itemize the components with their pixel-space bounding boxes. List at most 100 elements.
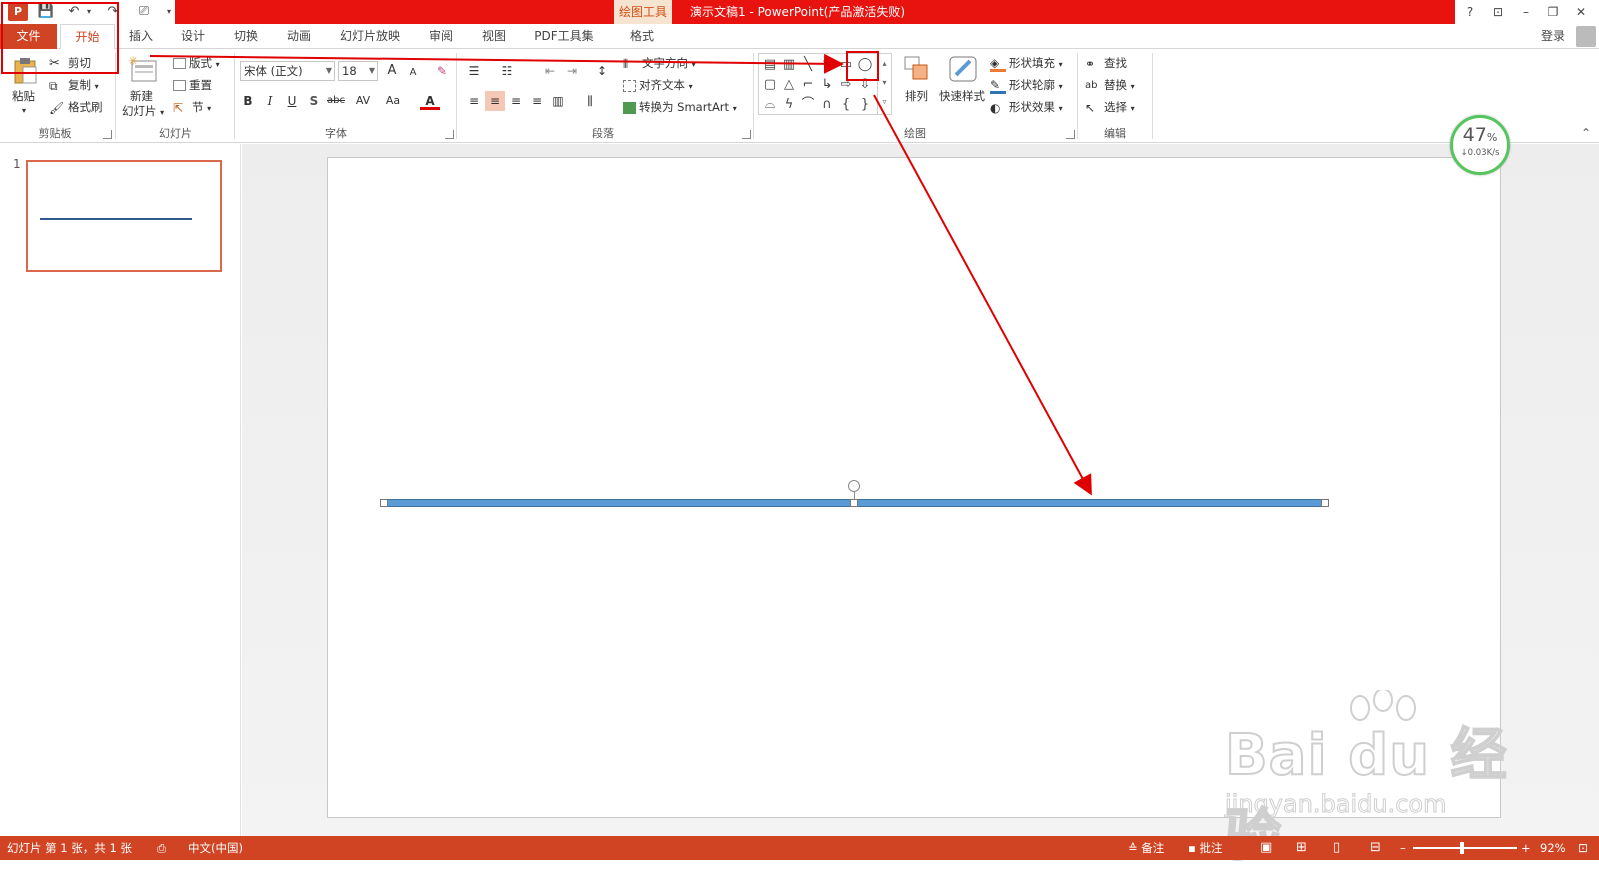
tab-design[interactable]: 设计 [172,24,214,49]
zoom-slider[interactable] [1413,847,1517,849]
tab-insert[interactable]: 插入 [120,24,162,49]
italic-button[interactable]: I [260,91,280,111]
font-color-button[interactable]: A [420,91,440,110]
customize-qat-icon[interactable]: ▾ [160,3,178,21]
minimize-button[interactable]: – [1513,2,1539,22]
slide-sorter-icon[interactable]: ⊞ [1296,836,1307,860]
comments-button[interactable]: ▪ 批注 [1188,836,1222,860]
line-spacing-icon[interactable]: ↕ [592,61,612,81]
rotation-handle[interactable] [848,480,860,492]
close-button[interactable]: ✕ [1568,2,1594,22]
paste-dropdown-icon[interactable]: ▾ [22,101,26,121]
strikethrough-button[interactable]: abc [326,91,346,111]
columns-icon[interactable]: ⫼ [580,91,600,111]
collapse-ribbon-icon[interactable]: ⌃ [1581,126,1591,140]
copy-button[interactable]: ⧉ 复制 ▾ [49,75,99,95]
align-right-icon[interactable]: ≡ [506,91,526,111]
change-case-button[interactable]: Aa [380,91,406,111]
left-brace-shape-icon[interactable]: { [837,96,855,114]
character-spacing-button[interactable]: AV [350,91,376,111]
increase-indent-icon[interactable]: ⇥ [562,61,582,81]
vertical-text-box-shape-icon[interactable]: ▥ [780,56,798,74]
tab-format[interactable]: 格式 [618,24,666,49]
select-button[interactable]: ↖ 选择 ▾ [1085,97,1135,117]
freeform-shape-icon[interactable]: ⌓ [761,96,779,114]
justify-icon[interactable]: ≡ [527,91,547,111]
notes-button[interactable]: ≙ 备注 [1128,836,1164,860]
tab-slideshow[interactable]: 幻灯片放映 [334,24,406,49]
reset-button[interactable]: 重置 [173,75,212,95]
elbow-arrow-shape-icon[interactable]: ↳ [818,76,836,94]
rounded-rectangle-shape-icon[interactable]: ▢ [761,76,779,94]
right-brace-shape-icon[interactable]: } [856,96,874,114]
distributed-icon[interactable]: ▥ [548,91,568,111]
normal-view-icon[interactable]: ▣ [1260,836,1272,860]
shape-fill-button[interactable]: ◈ 形状填充 ▾ [990,53,1063,73]
resize-handle-left[interactable] [380,499,388,507]
zoom-in-button[interactable]: + [1521,836,1531,860]
gallery-scroll-icon[interactable]: ▴ ▾ ▿ [877,54,891,114]
resize-handle-right[interactable] [1321,499,1329,507]
grow-font-button[interactable]: A [382,61,402,81]
arrange-icon[interactable] [903,55,931,83]
zoom-level[interactable]: 92% [1540,836,1566,860]
triangle-shape-icon[interactable]: △ [780,76,798,94]
new-slide-button[interactable]: 幻灯片 ▾ [122,101,164,121]
lightning-shape-icon[interactable]: ϟ [780,96,798,114]
language-status[interactable]: 中文(中国) [188,836,243,860]
paragraph-launcher-icon[interactable] [742,130,751,139]
tab-view[interactable]: 视图 [473,24,515,49]
tab-animations[interactable]: 动画 [278,24,320,49]
font-name-combo[interactable]: 宋体 (正文) ▼ [240,61,335,81]
bullets-icon[interactable]: ☰ [464,61,484,81]
proofing-icon[interactable]: ⎙ [157,836,166,860]
avatar[interactable] [1576,26,1596,47]
elbow-connector-shape-icon[interactable]: ⌐ [799,76,817,94]
curve-shape-icon[interactable]: ∩ [818,96,836,114]
resize-handle-center[interactable] [850,499,858,507]
text-box-shape-icon[interactable]: ▤ [761,56,779,74]
new-slide-icon[interactable]: ✳ [128,54,158,83]
replace-button[interactable]: ab 替换 ▾ [1085,75,1135,95]
convert-smartart-button[interactable]: 转换为 SmartArt ▾ [623,97,737,117]
shrink-font-button[interactable]: A [403,63,423,83]
network-speed-widget[interactable]: 47% ↓0.03K/s [1450,115,1510,175]
tab-pdf-tools[interactable]: PDF工具集 [528,24,600,49]
font-size-combo[interactable]: 18 ▼ [338,61,378,81]
reading-view-icon[interactable]: ▯ [1333,836,1340,860]
decrease-indent-icon[interactable]: ⇤ [540,61,560,81]
fit-slide-icon[interactable]: ⊡ [1578,836,1588,860]
align-center-icon[interactable]: ≡ [485,91,505,111]
help-button[interactable]: ? [1457,2,1483,22]
tab-transitions[interactable]: 切换 [225,24,267,49]
zoom-slider-thumb[interactable] [1460,842,1464,854]
arc-shape-icon[interactable]: ⌒ [799,96,817,114]
shape-effects-button[interactable]: ◐ 形状效果 ▾ [990,97,1063,117]
arrow-line-shape-icon[interactable]: ➘ [818,56,836,74]
ribbon-display-options-button[interactable]: ⊡ [1485,2,1511,22]
shape-outline-button[interactable]: ✎ 形状轮廓 ▾ [990,75,1063,95]
format-painter-button[interactable]: 🖌 格式刷 [49,97,103,117]
find-button[interactable]: ⚭ 查找 [1085,53,1127,73]
layout-button[interactable]: 版式 ▾ [173,53,220,73]
slide-thumbnail[interactable] [26,160,222,272]
quick-styles-icon[interactable] [948,53,980,85]
font-launcher-icon[interactable] [445,130,454,139]
line-shape-icon[interactable]: ╲ [799,56,817,74]
text-direction-button[interactable]: ⫴ 文字方向 ▾ [623,53,696,73]
clear-formatting-icon[interactable]: ✎ [432,61,452,81]
align-text-button[interactable]: 对齐文本 ▾ [623,75,693,95]
sign-in-link[interactable]: 登录 [1541,24,1565,49]
arrange-button[interactable]: 排列 [905,86,928,106]
zoom-out-button[interactable]: – [1400,836,1406,860]
clipboard-launcher-icon[interactable] [103,130,112,139]
drawing-launcher-icon[interactable] [1066,130,1075,139]
restore-button[interactable]: ❐ [1540,2,1566,22]
quick-styles-button[interactable]: 快速样式 [939,86,985,106]
align-left-icon[interactable]: ≡ [464,91,484,111]
section-button[interactable]: ⇱ 节 ▾ [173,97,211,117]
text-shadow-button[interactable]: S [304,91,324,111]
start-slideshow-icon[interactable]: ⎚ [135,3,153,21]
tab-review[interactable]: 审阅 [420,24,462,49]
slideshow-view-icon[interactable]: ⊟ [1370,836,1381,860]
